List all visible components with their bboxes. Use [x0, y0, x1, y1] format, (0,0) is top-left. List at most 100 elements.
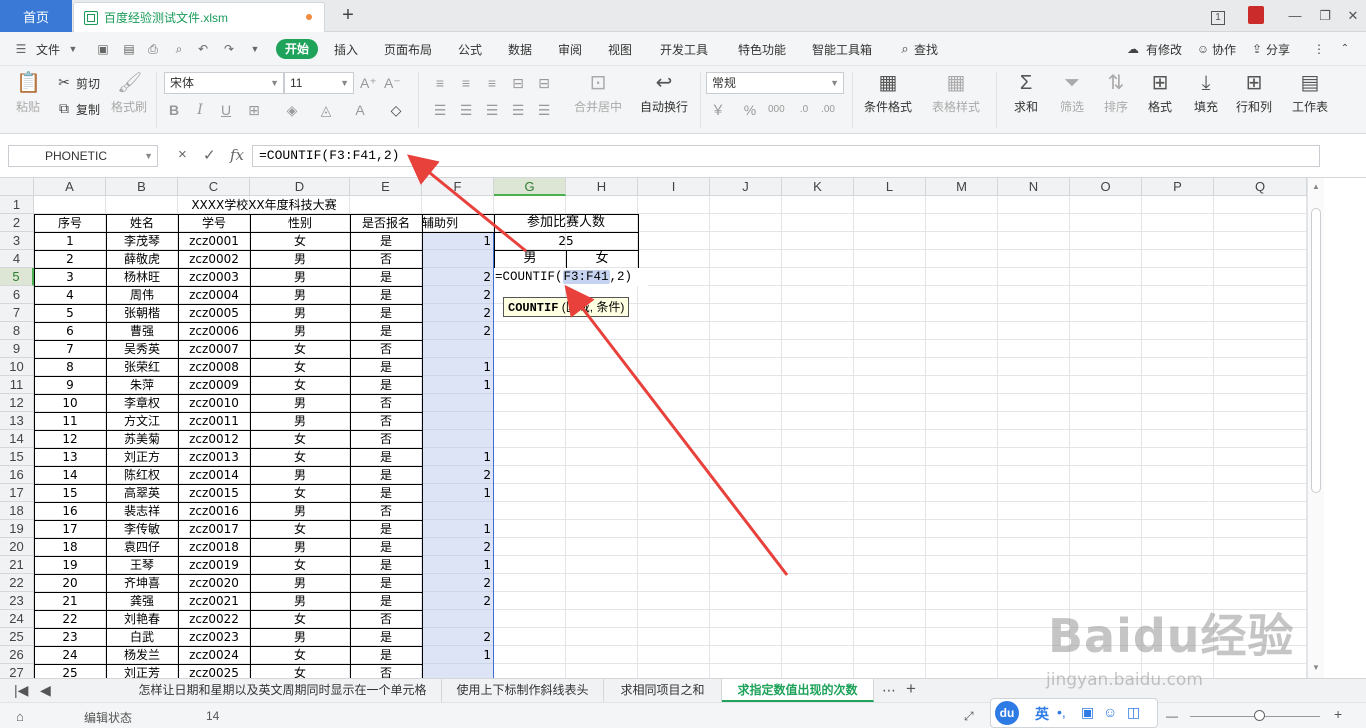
- cell-seq[interactable]: 8: [34, 358, 106, 376]
- fill-button[interactable]: ⤓ 填充: [1186, 72, 1226, 115]
- cell-seq[interactable]: 17: [34, 520, 106, 538]
- cell-registered[interactable]: 否: [350, 610, 422, 628]
- ime-skin-icon[interactable]: ◫: [1127, 704, 1140, 721]
- summary-male-label[interactable]: 男: [494, 250, 566, 268]
- cell-seq[interactable]: 20: [34, 574, 106, 592]
- borders-icon[interactable]: ⊞: [246, 102, 262, 118]
- save-icon[interactable]: ▣: [96, 42, 110, 56]
- cell-helper[interactable]: 2: [422, 592, 494, 610]
- cell-student-id[interactable]: zcz0024: [178, 646, 250, 664]
- header-student-id[interactable]: 学号: [178, 214, 250, 232]
- cell-seq[interactable]: 15: [34, 484, 106, 502]
- orientation-icon[interactable]: ⊟: [510, 75, 526, 91]
- cell-seq[interactable]: 19: [34, 556, 106, 574]
- cell-seq[interactable]: 23: [34, 628, 106, 646]
- cell-gender[interactable]: 男: [250, 628, 350, 646]
- redo-icon[interactable]: ↷: [222, 42, 236, 56]
- insert-function-icon[interactable]: fx: [230, 146, 244, 164]
- cell-helper[interactable]: 2: [422, 322, 494, 340]
- cell-gender[interactable]: 男: [250, 250, 350, 268]
- menu-insert[interactable]: 插入: [334, 41, 358, 58]
- row-header-27[interactable]: 27: [0, 664, 34, 678]
- cell-registered[interactable]: 否: [350, 664, 422, 678]
- menu-page-layout[interactable]: 页面布局: [384, 41, 432, 58]
- cell-helper[interactable]: [422, 430, 494, 448]
- table-style-button[interactable]: ▦ 表格样式: [926, 72, 986, 115]
- conditional-format-button[interactable]: ▦ 条件格式: [858, 72, 918, 115]
- align-center-icon[interactable]: ☰: [458, 102, 474, 118]
- cell-name[interactable]: 张朝楷: [106, 304, 178, 322]
- paste-button[interactable]: 📋 粘贴: [10, 72, 46, 115]
- modified-button[interactable]: 有修改: [1146, 41, 1182, 58]
- ime-toolbox-icon[interactable]: ▣: [1081, 704, 1094, 721]
- cell-registered[interactable]: 是: [350, 520, 422, 538]
- cell-registered[interactable]: 否: [350, 430, 422, 448]
- row-header-20[interactable]: 20: [0, 538, 34, 556]
- column-header-j[interactable]: J: [710, 178, 782, 196]
- thousands-icon[interactable]: 000: [768, 102, 785, 118]
- row-header-24[interactable]: 24: [0, 610, 34, 628]
- cell-gender[interactable]: 男: [250, 412, 350, 430]
- percent-icon[interactable]: %: [742, 102, 758, 118]
- macro-record-icon[interactable]: ⌂: [16, 709, 24, 724]
- row-header-3[interactable]: 3: [0, 232, 34, 250]
- collapse-ribbon-icon[interactable]: ⌃: [1338, 42, 1352, 56]
- sheet-tab-diagonal-header[interactable]: 使用上下标制作斜线表头: [442, 679, 604, 702]
- cell-name[interactable]: 裴志祥: [106, 502, 178, 520]
- cell-helper[interactable]: [422, 664, 494, 678]
- minimize-button[interactable]: —: [1282, 4, 1308, 28]
- cell-helper[interactable]: [422, 610, 494, 628]
- row-header-8[interactable]: 8: [0, 322, 34, 340]
- column-header-b[interactable]: B: [106, 178, 178, 196]
- cell-name[interactable]: 刘艳春: [106, 610, 178, 628]
- cell-seq[interactable]: 16: [34, 502, 106, 520]
- merge-center-button[interactable]: ⊡ 合并居中: [568, 72, 628, 115]
- cell-seq[interactable]: 14: [34, 466, 106, 484]
- row-header-14[interactable]: 14: [0, 430, 34, 448]
- cell-registered[interactable]: 是: [350, 628, 422, 646]
- cell-registered[interactable]: 否: [350, 502, 422, 520]
- cell-helper[interactable]: 2: [422, 628, 494, 646]
- sheet-tab-count-value[interactable]: 求指定数值出现的次数: [722, 679, 874, 702]
- cell-helper[interactable]: 2: [422, 538, 494, 556]
- scroll-down-icon[interactable]: ▼: [1312, 663, 1320, 672]
- row-header-7[interactable]: 7: [0, 304, 34, 322]
- cell-helper[interactable]: 1: [422, 232, 494, 250]
- cell-helper[interactable]: 1: [422, 556, 494, 574]
- increase-font-icon[interactable]: A⁺: [360, 75, 377, 91]
- cell-helper[interactable]: 2: [422, 574, 494, 592]
- row-header-9[interactable]: 9: [0, 340, 34, 358]
- ime-user-icon[interactable]: ☺: [1103, 704, 1117, 720]
- cell-seq[interactable]: 5: [34, 304, 106, 322]
- cell-student-id[interactable]: zcz0015: [178, 484, 250, 502]
- cell-name[interactable]: 吴秀英: [106, 340, 178, 358]
- cell-seq[interactable]: 1: [34, 232, 106, 250]
- cell-gender[interactable]: 男: [250, 322, 350, 340]
- cell-gender[interactable]: 女: [250, 448, 350, 466]
- cell-name[interactable]: 方文江: [106, 412, 178, 430]
- cell-seq[interactable]: 24: [34, 646, 106, 664]
- cell-helper[interactable]: 2: [422, 304, 494, 322]
- column-header-a[interactable]: A: [34, 178, 106, 196]
- cell-gender[interactable]: 女: [250, 556, 350, 574]
- cell-gender[interactable]: 女: [250, 430, 350, 448]
- cell-gender[interactable]: 女: [250, 358, 350, 376]
- window-count-icon[interactable]: 1: [1205, 4, 1231, 28]
- home-tab[interactable]: 首页: [0, 0, 72, 32]
- cell-student-id[interactable]: zcz0010: [178, 394, 250, 412]
- cell-registered[interactable]: 是: [350, 286, 422, 304]
- worksheet-grid[interactable]: ABCDEFGHIJKLMNOPQ 1 2 3 4 5 6 7 8 9 10 11 12 13 14 15 1…: [0, 178, 1307, 678]
- cell-seq[interactable]: 12: [34, 430, 106, 448]
- font-size-select[interactable]: 11 ▼: [284, 72, 354, 94]
- file-menu[interactable]: 文件: [36, 41, 60, 58]
- row-header-13[interactable]: 13: [0, 412, 34, 430]
- row-header-21[interactable]: 21: [0, 556, 34, 574]
- cell-student-id[interactable]: zcz0018: [178, 538, 250, 556]
- cell-seq[interactable]: 25: [34, 664, 106, 678]
- column-header-n[interactable]: N: [998, 178, 1070, 196]
- zoom-out-icon[interactable]: —: [1166, 709, 1178, 723]
- cell-gender[interactable]: 男: [250, 286, 350, 304]
- cell-gender[interactable]: 男: [250, 394, 350, 412]
- cell-gender[interactable]: 女: [250, 520, 350, 538]
- summary-female-label[interactable]: 女: [566, 250, 638, 268]
